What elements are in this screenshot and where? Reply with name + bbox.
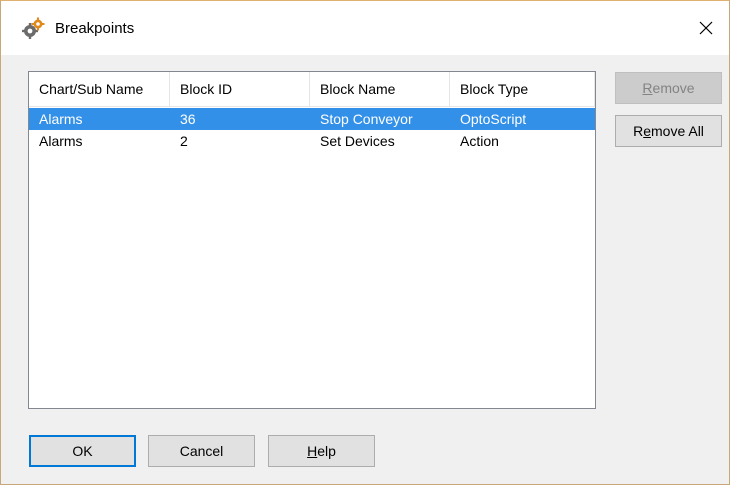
cell-block-id: 36: [180, 111, 196, 127]
list-header: Chart/Sub Name Block ID Block Name Block…: [29, 72, 595, 107]
remove-all-mnemonic: e: [643, 123, 651, 139]
remove-all-label-end: move All: [651, 123, 704, 139]
help-button[interactable]: Help: [268, 435, 375, 467]
cell-chart-sub-name: Alarms: [39, 111, 83, 127]
breakpoints-list[interactable]: Chart/Sub Name Block ID Block Name Block…: [28, 71, 596, 409]
column-header-chart-sub-name[interactable]: Chart/Sub Name: [29, 72, 170, 106]
cancel-button[interactable]: Cancel: [148, 435, 255, 467]
ok-button[interactable]: OK: [29, 435, 136, 467]
remove-mnemonic: R: [642, 80, 653, 96]
cell-block-name: Set Devices: [320, 133, 395, 149]
remove-label: emove: [652, 80, 695, 96]
cell-chart-sub-name: Alarms: [39, 133, 83, 149]
close-icon: [699, 21, 713, 35]
close-button[interactable]: [683, 1, 729, 55]
remove-button[interactable]: Remove: [615, 72, 722, 104]
dialog-title: Breakpoints: [55, 20, 135, 37]
column-header-block-id[interactable]: Block ID: [170, 72, 310, 106]
gears-icon: [22, 17, 45, 39]
cell-block-id: 2: [180, 133, 188, 149]
list-row[interactable]: Alarms 2 Set Devices Action: [29, 130, 595, 152]
help-label: elp: [317, 443, 336, 459]
remove-all-button[interactable]: Remove All: [615, 115, 722, 147]
breakpoints-dialog: Breakpoints Chart/Sub Name Block ID Bloc…: [0, 0, 730, 485]
list-row[interactable]: Alarms 36 Stop Conveyor OptoScript: [29, 108, 595, 130]
cell-block-type: Action: [460, 133, 499, 149]
column-header-block-name[interactable]: Block Name: [310, 72, 450, 106]
column-header-block-type[interactable]: Block Type: [450, 72, 595, 106]
cell-block-type: OptoScript: [460, 111, 527, 127]
title-bar: Breakpoints: [1, 1, 729, 55]
remove-all-label-start: R: [633, 123, 644, 139]
help-mnemonic: H: [307, 443, 318, 459]
cell-block-name: Stop Conveyor: [320, 111, 413, 127]
